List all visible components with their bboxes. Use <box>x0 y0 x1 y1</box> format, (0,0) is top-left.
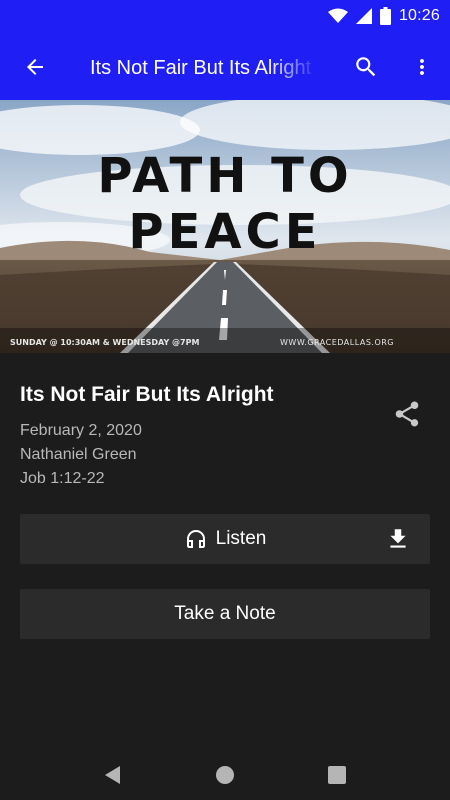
arrow-back-icon <box>27 59 43 75</box>
nav-recents-button[interactable] <box>315 755 359 795</box>
more-vert-icon <box>420 59 424 75</box>
listen-bar: Listen <box>20 514 430 564</box>
banner-website: WWW.GRACEDALLAS.ORG <box>280 338 394 347</box>
status-time: 10:26 <box>398 7 440 24</box>
app-bar-title: Its Not Fair But Its Alright <box>90 57 312 79</box>
sermon-date: February 2, 2020 <box>20 422 142 439</box>
sermon-details: Its Not Fair But Its Alright February 2,… <box>0 353 450 750</box>
status-bar: 10:26 <box>0 0 450 33</box>
sermon-speaker: Nathaniel Green <box>20 446 137 463</box>
sermon-title: Its Not Fair But Its Alright <box>20 383 274 406</box>
battery-icon <box>379 7 391 25</box>
nav-back-icon <box>105 766 120 784</box>
cell-signal-icon <box>355 8 372 24</box>
banner-schedule: SUNDAY @ 10:30AM & WEDNESDAY @7PM <box>10 338 200 347</box>
sermon-series-banner: PATH TO PEACE SUNDAY @ 10:30AM & WEDNESD… <box>0 100 450 353</box>
more-options-button[interactable] <box>400 44 444 90</box>
banner-title-line1: PATH TO <box>97 148 353 204</box>
wifi-icon <box>327 8 348 23</box>
back-button[interactable] <box>12 44 58 90</box>
status-icons: 10:26 <box>327 4 440 28</box>
take-a-note-button[interactable]: Take a Note <box>20 589 430 639</box>
download-icon <box>390 529 406 548</box>
share-button[interactable] <box>383 390 431 438</box>
download-button[interactable] <box>376 518 420 560</box>
banner-title-line2: PEACE <box>128 204 322 260</box>
share-icon <box>395 401 419 427</box>
nav-back-button[interactable] <box>90 755 134 795</box>
search-button[interactable] <box>343 44 389 90</box>
nav-home-button[interactable] <box>203 755 247 795</box>
app-bar: Its Not Fair But Its Alright <box>0 33 450 100</box>
nav-home-icon <box>216 766 234 784</box>
listen-button[interactable]: Listen <box>20 514 380 564</box>
sermon-scripture: Job 1:12-22 <box>20 470 105 487</box>
nav-recents-icon <box>328 766 346 784</box>
system-nav-bar <box>0 750 450 800</box>
listen-label: Listen <box>215 528 267 549</box>
search-icon <box>356 57 376 77</box>
headphones-icon <box>186 530 205 548</box>
